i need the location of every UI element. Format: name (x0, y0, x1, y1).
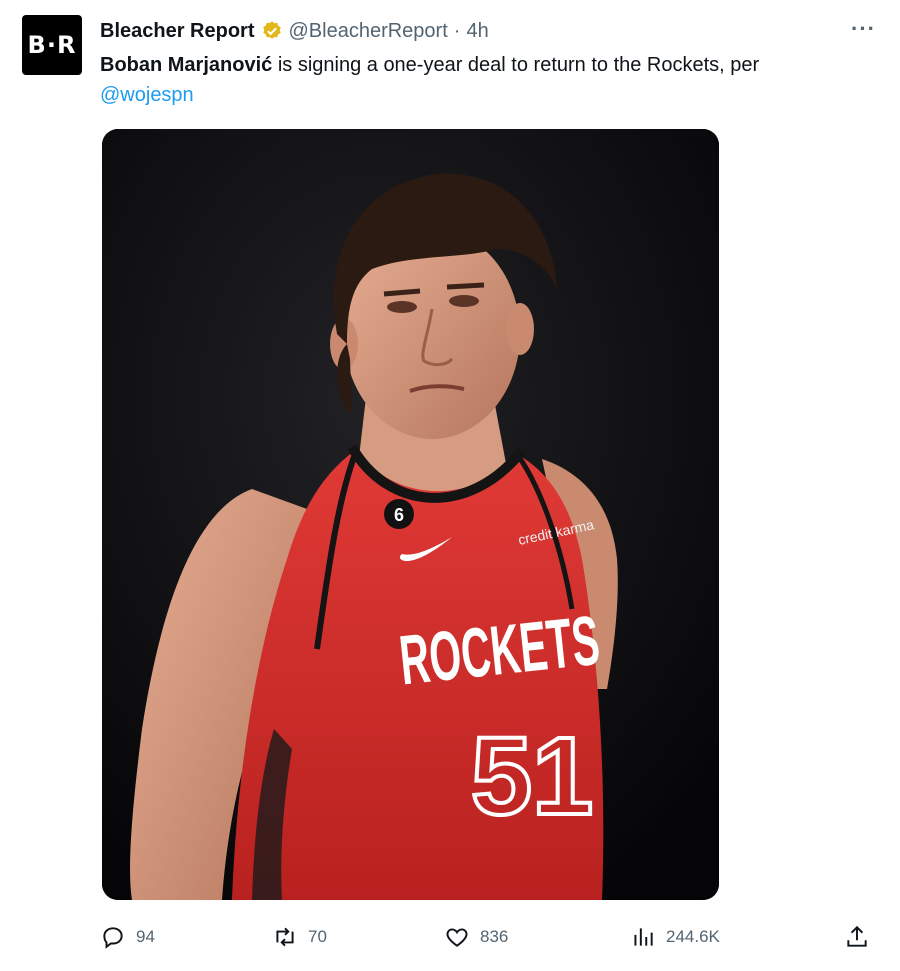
retweet-icon (276, 927, 294, 947)
reply-button[interactable]: 94 (100, 920, 155, 954)
tweet-photo[interactable]: 6 credit karma ROCKETS 51 (102, 129, 719, 900)
action-bar: 94 70 836 244.6K (100, 920, 880, 954)
jersey-patch-number: 6 (394, 505, 404, 525)
verified-badge-icon (261, 20, 283, 42)
tweet-card[interactable]: B·R Bleacher Report @BleacherReport · 4h… (0, 0, 900, 971)
reply-icon (103, 927, 123, 949)
views-count: 244.6K (666, 927, 720, 946)
tweet-header: Bleacher Report @BleacherReport · 4h (100, 18, 860, 44)
more-options-icon[interactable]: ··· (851, 16, 876, 42)
tweet-text: Boban Marjanović is signing a one-year d… (100, 50, 880, 110)
like-button[interactable]: 836 (444, 920, 508, 954)
views-button[interactable]: 244.6K (630, 920, 720, 954)
tweet-text-bold: Boban Marjanović (100, 54, 273, 76)
like-count: 836 (480, 927, 509, 946)
heart-icon (446, 928, 468, 947)
retweet-count: 70 (308, 927, 327, 946)
timestamp[interactable]: 4h (466, 20, 488, 43)
views-chart-icon (634, 928, 653, 946)
mention-link[interactable]: @wojespn (100, 80, 880, 110)
player-photo-illustration: 6 credit karma ROCKETS 51 (102, 129, 719, 900)
separator: · (453, 19, 461, 42)
handle[interactable]: @BleacherReport (289, 20, 448, 43)
retweet-button[interactable]: 70 (272, 920, 327, 954)
reply-count: 94 (136, 927, 155, 946)
display-name[interactable]: Bleacher Report (100, 20, 255, 43)
tweet-text-body: is signing a one-year deal to return to … (272, 54, 760, 76)
share-button[interactable] (844, 920, 880, 954)
avatar[interactable]: B·R (22, 15, 82, 75)
share-icon (847, 925, 867, 947)
jersey-number: 51 (471, 715, 593, 838)
